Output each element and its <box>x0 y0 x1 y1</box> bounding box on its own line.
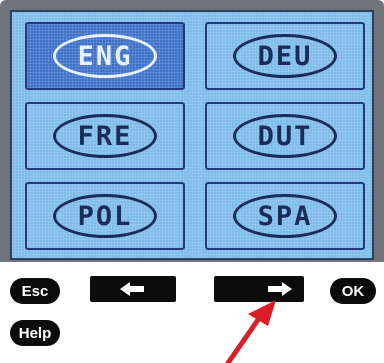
arrow-left-icon <box>120 282 144 296</box>
language-option-eng[interactable]: ENG <box>25 22 185 90</box>
language-oval: DUT <box>233 114 337 158</box>
language-code: DUT <box>257 120 313 152</box>
right-arrow-button[interactable] <box>214 276 304 302</box>
language-oval: DEU <box>233 34 337 78</box>
language-oval: FRE <box>53 114 157 158</box>
language-option-deu[interactable]: DEU <box>205 22 365 90</box>
language-oval: ENG <box>53 34 157 78</box>
red-pointer-arrow-icon <box>225 300 276 363</box>
language-option-dut[interactable]: DUT <box>205 102 365 170</box>
language-code: POL <box>77 200 133 232</box>
language-option-spa[interactable]: SPA <box>205 182 365 250</box>
language-code: SPA <box>257 200 313 232</box>
ok-button[interactable]: OK <box>330 278 376 304</box>
help-label: Help <box>18 324 52 342</box>
esc-label: Esc <box>21 282 49 300</box>
left-arrow-button[interactable] <box>90 276 176 302</box>
lcd-screen: ENG DEU FRE DUT POL SPA <box>10 10 374 260</box>
help-button[interactable]: Help <box>10 320 60 346</box>
language-oval: SPA <box>233 194 337 238</box>
button-panel: Esc OK Help <box>0 262 384 363</box>
language-code: DEU <box>257 40 313 72</box>
language-option-pol[interactable]: POL <box>25 182 185 250</box>
language-code: ENG <box>77 40 133 72</box>
language-oval: POL <box>53 194 157 238</box>
language-code: FRE <box>77 120 133 152</box>
device-frame: ENG DEU FRE DUT POL SPA Esc OK Help <box>0 0 384 363</box>
ok-label: OK <box>341 282 365 300</box>
language-option-fre[interactable]: FRE <box>25 102 185 170</box>
esc-button[interactable]: Esc <box>10 278 60 304</box>
arrow-right-icon <box>268 282 292 296</box>
